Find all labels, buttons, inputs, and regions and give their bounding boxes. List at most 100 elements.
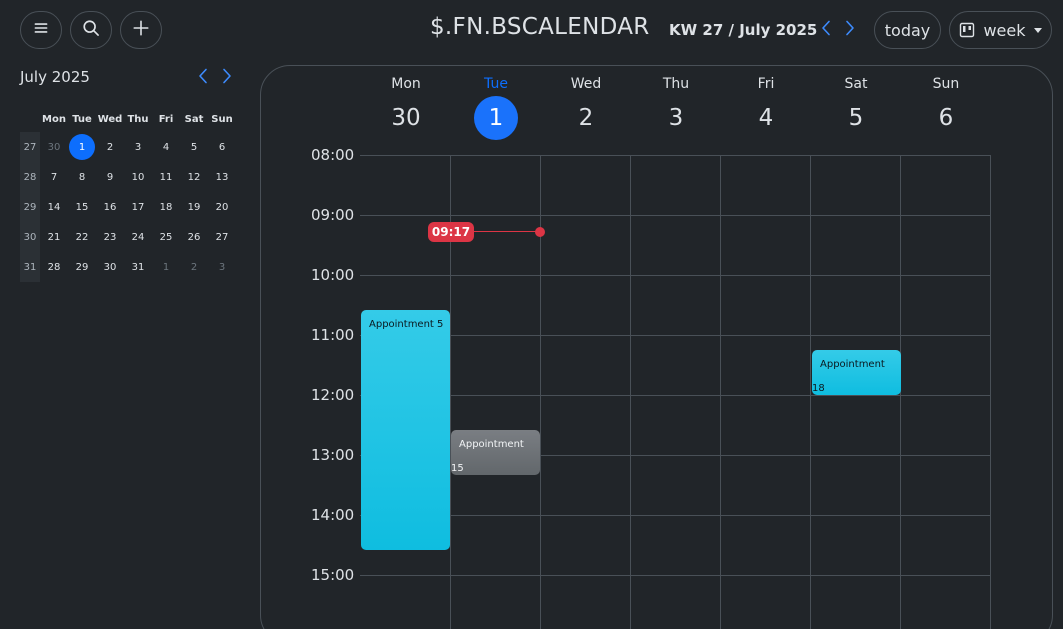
search-icon xyxy=(82,19,100,41)
day-header[interactable]: Sat 5 xyxy=(811,74,901,132)
mini-calendar-day[interactable]: 24 xyxy=(124,222,152,252)
today-button[interactable]: today xyxy=(874,11,941,49)
day-date: 2 xyxy=(578,105,594,131)
mini-calendar-day[interactable]: 28 xyxy=(40,252,68,282)
mini-calendar-next-button[interactable] xyxy=(222,68,234,86)
day-header-today[interactable]: Tue 1 xyxy=(451,74,541,140)
mini-calendar-day[interactable]: 10 xyxy=(124,162,152,192)
event-appointment-18[interactable]: Appointment 18 xyxy=(812,350,901,395)
mini-calendar-day[interactable]: 22 xyxy=(68,222,96,252)
mini-calendar-day[interactable]: 19 xyxy=(180,192,208,222)
day-header[interactable]: Thu 3 xyxy=(631,74,721,132)
mini-calendar-day[interactable]: 14 xyxy=(40,192,68,222)
search-button[interactable] xyxy=(70,11,112,49)
day-number: 4 xyxy=(162,141,170,153)
next-week-button[interactable] xyxy=(843,20,857,40)
mini-calendar-week-row: 27 30 1 2 3 4 5 6 xyxy=(20,132,236,162)
hour-gridline xyxy=(360,515,991,516)
day-number: 29 xyxy=(75,261,89,273)
mini-calendar-day[interactable]: 2 xyxy=(180,252,208,282)
mini-calendar-day[interactable]: 17 xyxy=(124,192,152,222)
mini-calendar-day[interactable]: 25 xyxy=(152,222,180,252)
mini-calendar-day[interactable]: 4 xyxy=(152,132,180,162)
mini-calendar-day[interactable]: 29 xyxy=(68,252,96,282)
mini-calendar-day-today[interactable]: 1 xyxy=(68,132,96,162)
day-column-divider xyxy=(720,155,721,629)
day-number: 21 xyxy=(47,231,61,243)
day-number: 2 xyxy=(190,261,198,273)
event-number: 18 xyxy=(812,383,825,394)
day-number: 10 xyxy=(131,171,145,183)
day-name: Thu xyxy=(662,76,690,92)
current-time-line xyxy=(474,231,536,232)
weekday-header: Thu xyxy=(127,113,149,125)
mini-calendar-day[interactable]: 31 xyxy=(124,252,152,282)
mini-calendar-day[interactable]: 9 xyxy=(96,162,124,192)
day-header[interactable]: Wed 2 xyxy=(541,74,631,132)
mini-calendar-day[interactable]: 16 xyxy=(96,192,124,222)
day-number: 28 xyxy=(47,261,61,273)
chevron-right-icon xyxy=(222,68,232,88)
mini-calendar-day[interactable]: 27 xyxy=(208,222,236,252)
day-number: 1 xyxy=(69,134,95,160)
day-column-divider xyxy=(810,155,811,629)
mini-calendar-day[interactable]: 18 xyxy=(152,192,180,222)
plus-icon xyxy=(132,19,150,41)
mini-calendar-weekday-header: Mon Tue Wed Thu Fri Sat Sun xyxy=(20,106,236,132)
day-header[interactable]: Fri 4 xyxy=(721,74,811,132)
previous-week-button[interactable] xyxy=(819,20,833,40)
mini-calendar-day[interactable]: 7 xyxy=(40,162,68,192)
day-date: 3 xyxy=(668,105,684,131)
period-label: KW 27 / July 2025 xyxy=(669,21,818,39)
event-title: Appointment xyxy=(459,439,524,450)
mini-calendar-day[interactable]: 5 xyxy=(180,132,208,162)
hour-label: 12:00 xyxy=(311,386,355,404)
mini-calendar-day[interactable]: 6 xyxy=(208,132,236,162)
mini-calendar-day[interactable]: 30 xyxy=(96,252,124,282)
mini-calendar-week-row: 28 7 8 9 10 11 12 13 xyxy=(20,162,236,192)
hour-label: 10:00 xyxy=(311,266,355,284)
mini-calendar-day[interactable]: 3 xyxy=(208,252,236,282)
hour-label: 11:00 xyxy=(311,326,355,344)
week-number: 30 xyxy=(20,222,40,252)
weekday-header: Sun xyxy=(211,113,233,125)
mini-calendar-day[interactable]: 11 xyxy=(152,162,180,192)
mini-calendar-day[interactable]: 26 xyxy=(180,222,208,252)
mini-calendar-day[interactable]: 1 xyxy=(152,252,180,282)
weekday-header: Fri xyxy=(158,113,174,125)
add-event-button[interactable] xyxy=(120,11,162,49)
day-number: 8 xyxy=(78,171,86,183)
day-date: 30 xyxy=(391,105,421,131)
day-number: 27 xyxy=(215,231,229,243)
view-select-button[interactable]: week xyxy=(949,11,1052,49)
mini-calendar-day[interactable]: 30 xyxy=(40,132,68,162)
day-name: Sun xyxy=(932,76,960,92)
day-number: 16 xyxy=(103,201,117,213)
day-header[interactable]: Sun 6 xyxy=(901,74,991,132)
mini-calendar-day[interactable]: 8 xyxy=(68,162,96,192)
mini-calendar-prev-button[interactable] xyxy=(198,68,210,86)
hour-gridline xyxy=(360,335,991,336)
mini-calendar-day[interactable]: 12 xyxy=(180,162,208,192)
caret-down-icon xyxy=(1033,27,1042,33)
hour-gridline xyxy=(360,575,991,576)
mini-calendar-day[interactable]: 23 xyxy=(96,222,124,252)
event-appointment-5[interactable]: Appointment 5 xyxy=(361,310,450,550)
mini-calendar-day[interactable]: 13 xyxy=(208,162,236,192)
day-header[interactable]: Mon 30 xyxy=(361,74,451,132)
mini-calendar-day[interactable]: 2 xyxy=(96,132,124,162)
day-column-divider xyxy=(630,155,631,629)
mini-calendar-week-row: 31 28 29 30 31 1 2 3 xyxy=(20,252,236,282)
event-appointment-15[interactable]: Appointment 15 xyxy=(451,430,540,475)
mini-calendar-week-row: 30 21 22 23 24 25 26 27 xyxy=(20,222,236,252)
mini-calendar-day[interactable]: 20 xyxy=(208,192,236,222)
hour-gridline xyxy=(360,395,991,396)
week-number: 29 xyxy=(20,192,40,222)
mini-calendar-day[interactable]: 15 xyxy=(68,192,96,222)
day-number: 5 xyxy=(190,141,198,153)
mini-calendar-day[interactable]: 21 xyxy=(40,222,68,252)
menu-button[interactable] xyxy=(20,11,62,49)
hour-label: 15:00 xyxy=(311,566,355,584)
mini-calendar-day[interactable]: 3 xyxy=(124,132,152,162)
day-number: 18 xyxy=(159,201,173,213)
